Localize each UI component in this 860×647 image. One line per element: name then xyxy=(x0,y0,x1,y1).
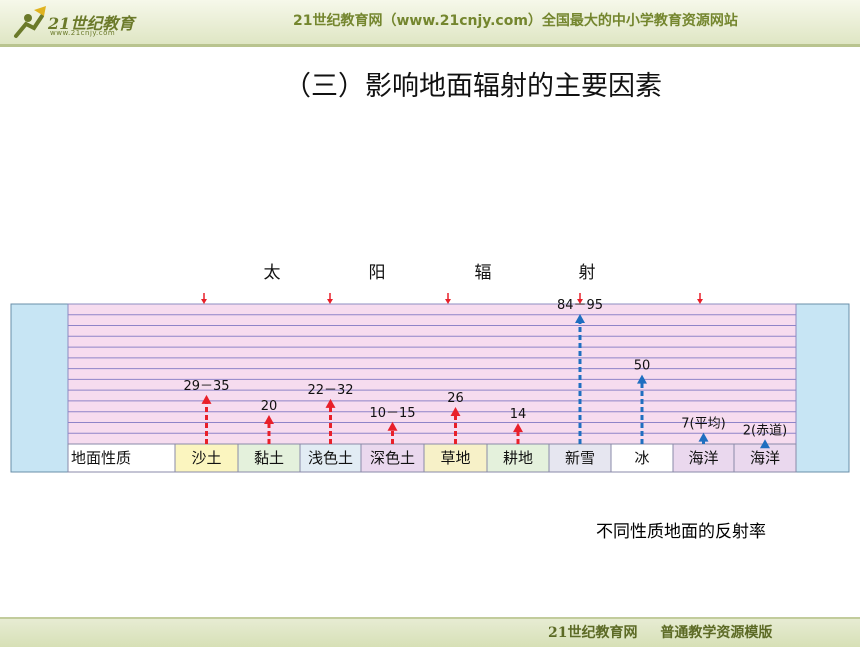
value-label: 20 xyxy=(261,399,278,414)
slide-title: （三）影响地面辐射的主要因素 xyxy=(284,71,662,102)
value-label: 10－15 xyxy=(369,406,415,421)
title-char: 太 xyxy=(264,263,281,283)
header-bar: 21世纪教育 www.21cnjy.com 21世纪教育网（www.21cnjy… xyxy=(0,0,860,47)
category-label: 冰 xyxy=(634,449,649,467)
sun-arrowhead xyxy=(445,299,451,304)
side-panel-left xyxy=(10,303,69,473)
title-char: 辐 xyxy=(475,263,492,283)
category-label: 海洋 xyxy=(688,449,718,467)
value-label: 26 xyxy=(447,391,464,406)
category-label: 浅色土 xyxy=(308,449,353,467)
category-label: 深色土 xyxy=(370,449,415,467)
category-label: 沙土 xyxy=(191,449,221,467)
value-label: 2(赤道) xyxy=(743,423,787,438)
category-label: 新雪 xyxy=(565,449,595,467)
value-label: 14 xyxy=(510,407,527,422)
footer-left: 21世纪教育网 xyxy=(548,625,638,641)
side-panel-right xyxy=(795,303,850,473)
category-label: 草地 xyxy=(440,449,470,467)
value-label: 50 xyxy=(634,359,651,374)
row-header-label: 地面性质 xyxy=(71,449,131,467)
site-title: 21世纪教育网（www.21cnjy.com）全国最大的中小学教育资源网站 xyxy=(293,13,738,29)
category-label: 黏土 xyxy=(254,449,284,467)
logo-subtext: www.21cnjy.com xyxy=(50,29,116,37)
title-char: 阳 xyxy=(369,263,386,283)
sun-arrowhead xyxy=(201,299,207,304)
value-label: 7(平均) xyxy=(681,417,725,432)
value-label: 29－35 xyxy=(183,379,229,394)
sun-arrowhead xyxy=(697,299,703,304)
sun-arrowhead xyxy=(327,299,333,304)
reflectance-chart: 太 阳 辐 射地面性质 沙土 29－35 黏土 20 浅色土 22－32 深色土 10－15 草地 26… xyxy=(10,263,850,473)
value-label: 22－32 xyxy=(307,383,353,398)
category-label: 耕地 xyxy=(503,449,533,467)
footer-right: 普通教学资源模版 xyxy=(660,625,773,641)
value-label: 84－95 xyxy=(557,298,603,313)
chart-caption: 不同性质地面的反射率 xyxy=(596,522,766,542)
title-char: 射 xyxy=(579,263,596,283)
footer-text: 21世纪教育网 普通教学资源模版 xyxy=(548,622,790,642)
category-label: 海洋 xyxy=(750,449,780,467)
